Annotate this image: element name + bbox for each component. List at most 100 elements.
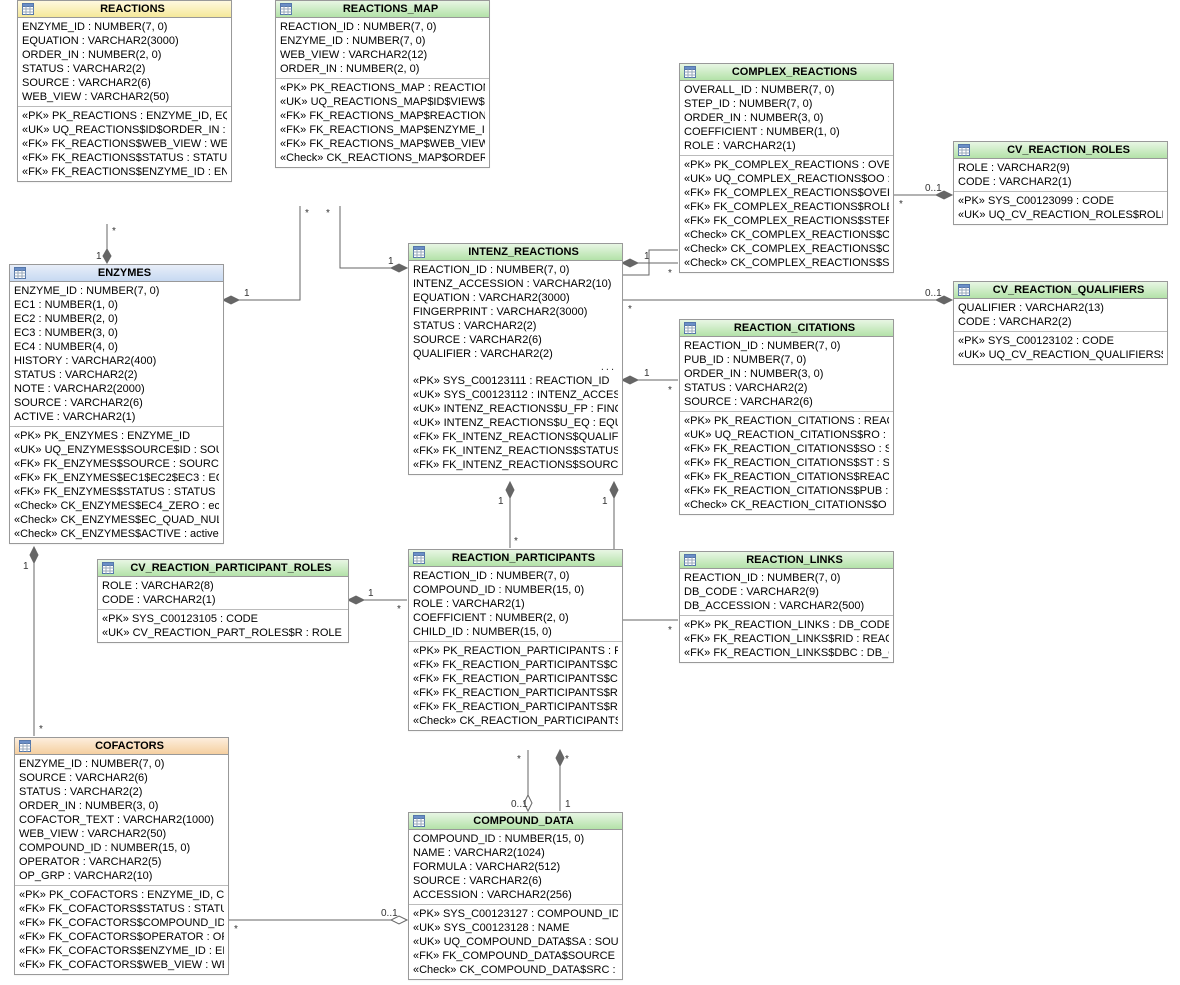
- entity-reactions[interactable]: REACTIONS ENZYME_ID : NUMBER(7, 0)EQUATIO…: [17, 0, 232, 182]
- constraint-row: «Check» CK_REACTION_CITATIONS$O: [684, 498, 889, 512]
- constraint-row: «FK» FK_COMPOUND_DATA$SOURCE :: [413, 949, 618, 963]
- constraint-row: «PK» PK_REACTION_LINKS : DB_CODE,: [684, 618, 889, 632]
- constraint-row: «FK» FK_REACTIONS$STATUS : STATUS: [22, 151, 227, 165]
- entity-intenz_reactions[interactable]: INTENZ_REACTIONS REACTION_ID : NUMBER(7, …: [408, 243, 623, 475]
- entity-title: ENZYMES: [30, 267, 219, 279]
- entity-header[interactable]: REACTION_PARTICIPANTS: [409, 550, 622, 567]
- constraints-section: «PK» PK_REACTION_CITATIONS : REAC«UK» UQ…: [680, 411, 893, 514]
- attributes-section: COMPOUND_ID : NUMBER(15, 0)NAME : VARCHA…: [409, 830, 622, 904]
- constraints-section: «PK» PK_REACTIONS : ENZYME_ID, EQ«UK» UQ…: [18, 106, 231, 181]
- svg-text:1: 1: [368, 588, 374, 599]
- entity-title: CV_REACTION_PARTICIPANT_ROLES: [118, 562, 344, 574]
- attribute-row: ORDER_IN : NUMBER(2, 0): [22, 48, 227, 62]
- entity-compound_data[interactable]: COMPOUND_DATACOMPOUND_ID : NUMBER(15, 0)…: [408, 812, 623, 980]
- attribute-row: PUB_ID : NUMBER(7, 0): [684, 353, 889, 367]
- svg-text:1: 1: [644, 251, 650, 262]
- table-icon: [102, 562, 114, 574]
- constraint-row: «Check» CK_COMPLEX_REACTIONS$S: [684, 256, 889, 270]
- attribute-row: CODE : VARCHAR2(2): [958, 315, 1163, 329]
- entity-header[interactable]: CV_REACTION_QUALIFIERS: [954, 282, 1167, 299]
- attribute-row: OVERALL_ID : NUMBER(7, 0): [684, 83, 889, 97]
- entity-reaction_citations[interactable]: REACTION_CITATIONSREACTION_ID : NUMBER(7…: [679, 319, 894, 515]
- entity-header[interactable]: REACTION_LINKS: [680, 552, 893, 569]
- constraint-row: «UK» UQ_ENZYMES$SOURCE$ID : SOU: [14, 443, 219, 457]
- constraint-row: «FK» FK_REACTIONS$WEB_VIEW : WEB_: [22, 137, 227, 151]
- attribute-row: CHILD_ID : NUMBER(15, 0): [413, 625, 618, 639]
- svg-text:*: *: [565, 754, 569, 765]
- entity-reactions_map[interactable]: REACTIONS_MAPREACTION_ID : NUMBER(7, 0)E…: [275, 0, 490, 168]
- attribute-row: WEB_VIEW : VARCHAR2(50): [19, 827, 224, 841]
- attribute-row: SOURCE : VARCHAR2(6): [684, 395, 889, 409]
- attribute-row: DB_ACCESSION : VARCHAR2(500): [684, 599, 889, 613]
- table-icon: [684, 554, 696, 566]
- entity-enzymes[interactable]: ENZYMESENZYME_ID : NUMBER(7, 0)EC1 : NUM…: [9, 264, 224, 544]
- constraint-row: «FK» FK_COMPLEX_REACTIONS$OVER: [684, 186, 889, 200]
- attribute-row: ACTIVE : VARCHAR2(1): [14, 410, 219, 424]
- attribute-row: REACTION_ID : NUMBER(7, 0): [413, 569, 618, 583]
- constraint-row: «UK» SYS_C00123128 : NAME: [413, 921, 618, 935]
- entity-header[interactable]: CV_REACTION_ROLES: [954, 142, 1167, 159]
- entity-title: REACTION_LINKS: [700, 554, 889, 566]
- constraint-row: «FK» FK_ENZYMES$STATUS : STATUS: [14, 485, 219, 499]
- attributes-section: ENZYME_ID : NUMBER(7, 0)SOURCE : VARCHAR…: [15, 755, 228, 885]
- svg-text:1: 1: [244, 288, 250, 299]
- entity-header[interactable]: COMPLEX_REACTIONS: [680, 64, 893, 81]
- attribute-row: COEFFICIENT : NUMBER(2, 0): [413, 611, 618, 625]
- entity-header[interactable]: COFACTORS: [15, 738, 228, 755]
- attributes-section: ENZYME_ID : NUMBER(7, 0)EQUATION : VARCH…: [18, 18, 231, 106]
- entity-title: INTENZ_REACTIONS: [429, 246, 618, 258]
- constraints-section: «PK» SYS_C00123105 : CODE«UK» CV_REACTIO…: [98, 609, 348, 642]
- entity-complex_reactions[interactable]: COMPLEX_REACTIONSOVERALL_ID : NUMBER(7, …: [679, 63, 894, 273]
- entity-header[interactable]: REACTION_CITATIONS: [680, 320, 893, 337]
- attribute-row: ENZYME_ID : NUMBER(7, 0): [22, 20, 227, 34]
- attribute-row: ORDER_IN : NUMBER(2, 0): [280, 62, 485, 76]
- entity-cofactors[interactable]: COFACTORSENZYME_ID : NUMBER(7, 0)SOURCE …: [14, 737, 229, 975]
- constraint-row: «PK» PK_ENZYMES : ENZYME_ID: [14, 429, 219, 443]
- constraint-row: «PK» SYS_C00123111 : REACTION_ID: [413, 374, 618, 388]
- attribute-row: EC4 : NUMBER(4, 0): [14, 340, 219, 354]
- constraint-row: «UK» UQ_COMPLEX_REACTIONS$OO :: [684, 172, 889, 186]
- attribute-row: ENZYME_ID : NUMBER(7, 0): [280, 34, 485, 48]
- entity-header[interactable]: REACTIONS: [18, 1, 231, 18]
- constraint-row: «Check» CK_COMPLEX_REACTIONS$C: [684, 242, 889, 256]
- constraint-row: «FK» FK_REACTION_LINKS$RID : REACT: [684, 632, 889, 646]
- constraint-row: «Check» CK_ENZYMES$EC4_ZERO : ec: [14, 499, 219, 513]
- constraint-row: «UK» UQ_REACTIONS_MAP$ID$VIEW$O: [280, 95, 485, 109]
- svg-text:0..1: 0..1: [511, 799, 528, 810]
- attributes-section: REACTION_ID : NUMBER(7, 0)INTENZ_ACCESSI…: [409, 261, 622, 363]
- entity-cv_reaction_participant_roles[interactable]: CV_REACTION_PARTICIPANT_ROLES ROLE : VARC…: [97, 559, 349, 643]
- constraint-row: «FK» FK_REACTION_PARTICIPANTS$CO: [413, 672, 618, 686]
- constraints-section: «PK» PK_REACTION_LINKS : DB_CODE,«FK» FK…: [680, 615, 893, 662]
- attributes-section: ROLE : VARCHAR2(8)CODE : VARCHAR2(1): [98, 577, 348, 609]
- entity-reaction_participants[interactable]: REACTION_PARTICIPANTS REACTION_ID : NUMBE…: [408, 549, 623, 731]
- attribute-row: ORDER_IN : NUMBER(3, 0): [19, 799, 224, 813]
- svg-text:*: *: [628, 304, 632, 315]
- attribute-row: SOURCE : VARCHAR2(6): [14, 396, 219, 410]
- attribute-row: EQUATION : VARCHAR2(3000): [413, 291, 618, 305]
- constraint-row: «FK» FK_COFACTORS$STATUS : STATU: [19, 902, 224, 916]
- attribute-row: ENZYME_ID : NUMBER(7, 0): [14, 284, 219, 298]
- entity-reaction_links[interactable]: REACTION_LINKSREACTION_ID : NUMBER(7, 0)…: [679, 551, 894, 663]
- svg-text:1: 1: [565, 799, 571, 810]
- entity-header[interactable]: CV_REACTION_PARTICIPANT_ROLES: [98, 560, 348, 577]
- constraints-section: «PK» PK_REACTIONS_MAP : REACTION_«UK» UQ…: [276, 78, 489, 167]
- constraint-row: «FK» FK_COMPLEX_REACTIONS$STEP :: [684, 214, 889, 228]
- entity-cv_reaction_qualifiers[interactable]: CV_REACTION_QUALIFIERSQUALIFIER : VARCHA…: [953, 281, 1168, 365]
- entity-header[interactable]: ENZYMES: [10, 265, 223, 282]
- attribute-row: CODE : VARCHAR2(1): [958, 175, 1163, 189]
- constraint-row: «UK» INTENZ_REACTIONS$U_EQ : EQU: [413, 416, 618, 430]
- attribute-row: ACCESSION : VARCHAR2(256): [413, 888, 618, 902]
- attribute-row: WEB_VIEW : VARCHAR2(50): [22, 90, 227, 104]
- entity-cv_reaction_roles[interactable]: CV_REACTION_ROLESROLE : VARCHAR2(9)CODE …: [953, 141, 1168, 225]
- constraint-row: «Check» CK_REACTIONS_MAP$ORDER: [280, 151, 485, 165]
- entity-header[interactable]: COMPOUND_DATA: [409, 813, 622, 830]
- svg-text:*: *: [668, 268, 672, 279]
- constraint-row: «FK» FK_REACTION_CITATIONS$PUB :: [684, 484, 889, 498]
- entity-header[interactable]: REACTIONS_MAP: [276, 1, 489, 18]
- attributes-section: OVERALL_ID : NUMBER(7, 0)STEP_ID : NUMBE…: [680, 81, 893, 155]
- entity-title: REACTIONS_MAP: [296, 3, 485, 15]
- entity-title: REACTIONS: [38, 3, 227, 15]
- entity-header[interactable]: INTENZ_REACTIONS: [409, 244, 622, 261]
- table-icon: [413, 246, 425, 258]
- constraint-row: «PK» SYS_C00123099 : CODE: [958, 194, 1163, 208]
